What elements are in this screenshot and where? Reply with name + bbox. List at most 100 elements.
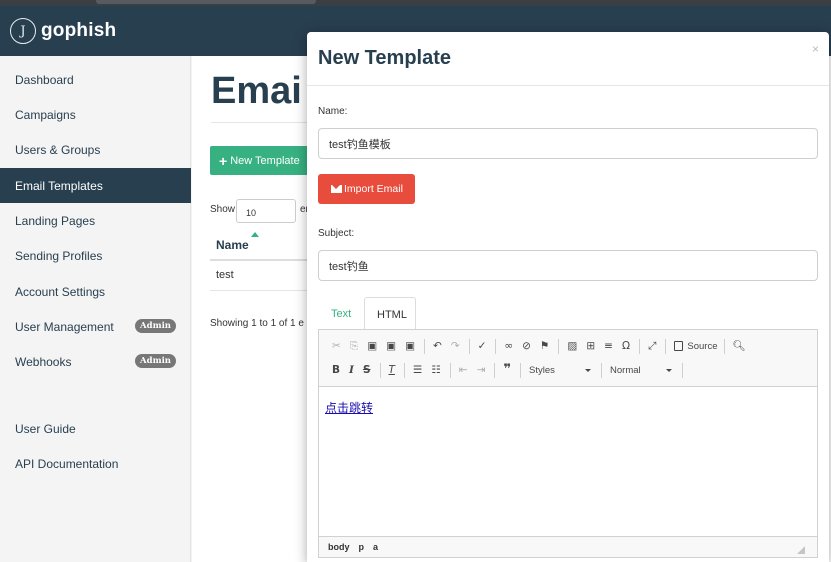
paste-text-icon[interactable]: ▣ bbox=[386, 338, 396, 354]
sidebar-item-user-guide[interactable]: User Guide bbox=[0, 411, 191, 446]
element-path-bar: body p a bbox=[319, 536, 817, 557]
brand-name: gophish bbox=[41, 20, 117, 41]
template-name-input[interactable]: test钓鱼模板 bbox=[318, 128, 818, 159]
chevron-down-icon bbox=[666, 368, 673, 372]
gophish-logo-icon: J bbox=[10, 18, 36, 44]
brand[interactable]: J gophish bbox=[10, 16, 116, 46]
outdent-icon[interactable]: ⇤ bbox=[459, 362, 468, 378]
close-icon[interactable]: × bbox=[812, 42, 819, 56]
format-label: Normal bbox=[610, 364, 641, 376]
strikethrough-icon[interactable]: S bbox=[363, 362, 371, 378]
horizontal-line-icon[interactable]: ≡ bbox=[604, 338, 613, 354]
link-icon[interactable]: ∞ bbox=[504, 338, 513, 354]
sidebar-item-label: Campaigns bbox=[15, 107, 76, 122]
anchor-flag-icon[interactable]: ⚑ bbox=[540, 338, 549, 354]
title-divider bbox=[211, 122, 311, 123]
sidebar-item-user-management[interactable]: User Management Admin bbox=[0, 309, 191, 344]
toolbar-separator bbox=[520, 362, 522, 378]
cut-icon[interactable]: ✂ bbox=[332, 338, 341, 354]
toolbar-separator bbox=[495, 338, 497, 354]
undo-icon[interactable]: ↶ bbox=[433, 338, 442, 354]
table-icon[interactable]: ⊞ bbox=[586, 338, 595, 354]
show-entries-label: Show bbox=[210, 204, 236, 215]
sidebar-item-email-templates[interactable]: Email Templates bbox=[0, 168, 191, 203]
path-p[interactable]: p bbox=[359, 542, 365, 552]
new-template-modal: New Template × Name: test钓鱼模板 Import Ema… bbox=[307, 32, 829, 562]
sidebar-item-label: API Documentation bbox=[15, 456, 119, 471]
table-row: test bbox=[216, 269, 234, 281]
envelope-icon bbox=[331, 185, 342, 193]
maximize-icon[interactable]: ⤢ bbox=[648, 338, 656, 354]
sidebar-item-account-settings[interactable]: Account Settings bbox=[0, 274, 191, 309]
editor-tabs: Text HTML bbox=[318, 297, 818, 331]
source-button[interactable]: Source bbox=[674, 340, 718, 352]
entries-per-page-select[interactable]: 10 bbox=[236, 199, 296, 223]
toolbar-separator bbox=[423, 338, 425, 354]
new-template-button[interactable]: + New Template bbox=[210, 146, 310, 175]
numbered-list-icon[interactable]: ☰ bbox=[413, 362, 422, 378]
toolbar-separator bbox=[723, 338, 725, 354]
toolbar-separator bbox=[379, 362, 381, 378]
sort-ascending-icon[interactable] bbox=[251, 232, 259, 237]
redo-icon[interactable]: ↷ bbox=[451, 338, 460, 354]
remove-format-icon[interactable]: T bbox=[389, 362, 395, 378]
chevron-down-icon bbox=[585, 368, 592, 372]
sidebar-item-label: Account Settings bbox=[15, 284, 106, 299]
sidebar-item-campaigns[interactable]: Campaigns bbox=[0, 97, 191, 132]
path-a[interactable]: a bbox=[373, 542, 378, 552]
bulleted-list-icon[interactable]: ☷ bbox=[431, 362, 440, 378]
table-header-divider bbox=[210, 259, 310, 261]
toolbar-row-1: ✂ ⎘ ▣ ▣ ▣ ↶ ↷ ✓ ∞ ⊘ ⚑ ▨ ⊞ ≡ Ω ⤢ Source 🔍… bbox=[332, 337, 755, 355]
blockquote-icon[interactable]: ❞ bbox=[503, 362, 511, 378]
spellcheck-icon[interactable]: ✓ bbox=[478, 338, 487, 354]
resize-handle-icon[interactable] bbox=[797, 546, 805, 554]
path-body[interactable]: body bbox=[328, 542, 350, 552]
editor-toolbar: ✂ ⎘ ▣ ▣ ▣ ↶ ↷ ✓ ∞ ⊘ ⚑ ▨ ⊞ ≡ Ω ⤢ Source 🔍… bbox=[319, 330, 817, 387]
toolbar-separator bbox=[468, 338, 470, 354]
sidebar-item-label: Landing Pages bbox=[15, 213, 96, 228]
sidebar-item-landing-pages[interactable]: Landing Pages bbox=[0, 203, 191, 238]
unlink-icon[interactable]: ⊘ bbox=[522, 338, 531, 354]
new-template-label: New Template bbox=[230, 154, 300, 167]
styles-dropdown[interactable]: Styles bbox=[529, 365, 595, 376]
tab-html[interactable]: HTML bbox=[364, 297, 416, 331]
paste-word-icon[interactable]: ▣ bbox=[405, 338, 415, 354]
special-char-omega-icon[interactable]: Ω bbox=[622, 338, 630, 354]
sidebar-item-users-groups[interactable]: Users & Groups bbox=[0, 132, 191, 167]
admin-badge: Admin bbox=[135, 354, 176, 368]
column-header-name[interactable]: Name bbox=[216, 238, 249, 252]
browser-tab-bar bbox=[96, 0, 316, 4]
toolbar-separator bbox=[682, 362, 684, 378]
import-email-button[interactable]: Import Email bbox=[318, 174, 415, 204]
paste-icon[interactable]: ▣ bbox=[367, 338, 377, 354]
sidebar-item-webhooks[interactable]: Webhooks Admin bbox=[0, 344, 191, 379]
copy-icon[interactable]: ⎘ bbox=[350, 338, 358, 354]
editor-content-area[interactable]: 点击跳转 bbox=[319, 387, 817, 537]
toolbar-separator bbox=[494, 362, 496, 378]
image-icon[interactable]: ▨ bbox=[567, 338, 577, 354]
preview-icon[interactable]: 🔍︎ bbox=[733, 338, 746, 354]
tab-text[interactable]: Text bbox=[318, 297, 363, 330]
toolbar-separator bbox=[449, 362, 451, 378]
sidebar-item-api-documentation[interactable]: API Documentation bbox=[0, 446, 191, 481]
table-info: Showing 1 to 1 of 1 e bbox=[210, 318, 304, 329]
sidebar-item-dashboard[interactable]: Dashboard bbox=[0, 62, 191, 97]
admin-badge: Admin bbox=[135, 319, 176, 333]
plus-icon: + bbox=[219, 152, 228, 169]
content-link[interactable]: 点击跳转 bbox=[325, 399, 373, 416]
format-dropdown[interactable]: Normal bbox=[610, 365, 676, 376]
subject-input[interactable]: test钓鱼 bbox=[318, 250, 818, 281]
source-label: Source bbox=[687, 340, 718, 352]
page-title: Emai bbox=[211, 70, 302, 112]
toolbar-separator bbox=[638, 338, 640, 354]
sidebar-item-label: User Guide bbox=[15, 421, 76, 436]
name-label: Name: bbox=[318, 106, 348, 117]
sidebar-item-sending-profiles[interactable]: Sending Profiles bbox=[0, 238, 191, 273]
import-email-label: Import Email bbox=[344, 183, 403, 195]
bold-icon[interactable]: B bbox=[332, 362, 340, 378]
sidebar-item-label: Sending Profiles bbox=[15, 248, 103, 263]
modal-title: New Template bbox=[318, 47, 451, 69]
italic-icon[interactable]: I bbox=[349, 362, 354, 378]
sidebar: Dashboard Campaigns Users & Groups Email… bbox=[0, 56, 191, 562]
indent-icon[interactable]: ⇥ bbox=[477, 362, 486, 378]
